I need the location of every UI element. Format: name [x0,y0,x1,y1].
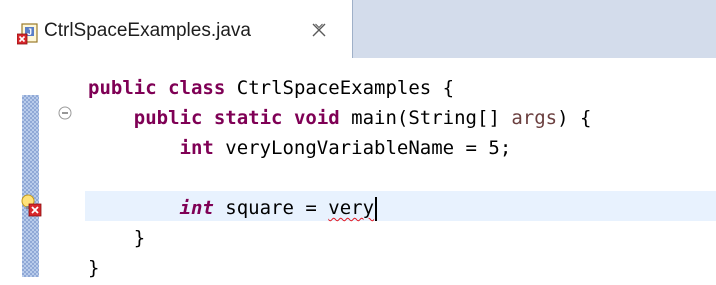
keyword-public: public [88,77,157,99]
keyword-class: class [168,77,226,99]
method-tail: ) { [557,107,592,129]
code-line-5: int square = very [88,193,378,223]
keyword-public: public [133,107,203,129]
keyword-static: static [213,107,283,129]
keyword-int: int [179,137,214,159]
method-signature: main(String[] [351,107,500,129]
code-editor[interactable]: public class CtrlSpaceExamples { public … [0,58,716,285]
code-line-1: public class CtrlSpaceExamples { [88,73,454,103]
code-line-2: public static void main(String[] args) { [88,103,592,133]
close-brace: } [88,257,100,279]
code-line-7: } [88,253,99,283]
tab-title: CtrlSpaceExamples.java [44,20,251,41]
keyword-int: int [179,197,214,219]
keyword-void: void [293,107,340,129]
java-file-error-icon: J [17,23,38,45]
parameter-name: args [511,107,558,129]
open-brace: { [442,77,455,99]
variable-name: square [225,197,294,219]
collapse-icon[interactable] [58,106,72,120]
text-caret [375,196,378,221]
svg-text:J: J [27,27,32,37]
code-line-3: int veryLongVariableName = 5; [88,133,512,163]
annotation-ruler [22,95,39,277]
code-line-6: } [88,223,145,253]
class-name: CtrlSpaceExamples [236,77,432,99]
assignment-operator: = [305,197,317,219]
error-token: very [328,197,375,219]
close-icon[interactable] [311,22,327,38]
editor-tab-bar: J CtrlSpaceExamples.java [0,0,716,58]
quick-fix-error-icon[interactable] [20,193,42,217]
variable-name: veryLongVariableName [225,137,455,159]
assignment-tail: = 5; [465,137,512,159]
tab-ctrlspaceexamples[interactable]: J CtrlSpaceExamples.java [0,0,353,58]
close-brace: } [133,227,146,249]
